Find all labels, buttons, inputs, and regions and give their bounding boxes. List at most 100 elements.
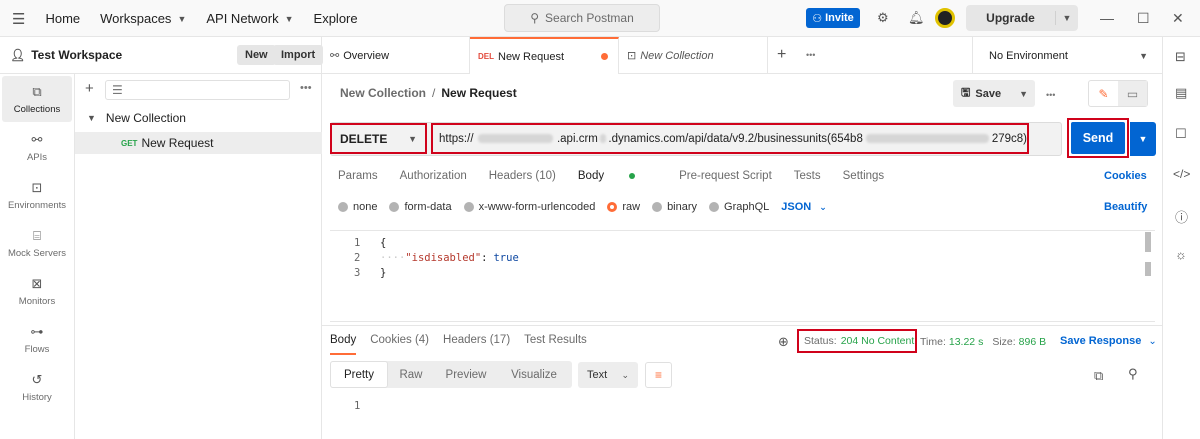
comments-icon[interactable]: ☐: [1175, 126, 1187, 142]
sidebar-item-flows[interactable]: ⊶ Flows: [2, 316, 72, 362]
nav-explore[interactable]: Explore: [314, 11, 358, 26]
tree-filter-input[interactable]: ☰: [105, 80, 290, 100]
tab-settings[interactable]: Settings: [843, 170, 885, 182]
workspace-header: 👤︎ Test Workspace New Import: [0, 37, 324, 74]
status-badge[interactable]: Status: 204 No Content: [797, 329, 917, 353]
edit-icon[interactable]: ✎: [1089, 81, 1118, 106]
tab-prerequest[interactable]: Pre-request Script: [679, 170, 772, 182]
tab-body[interactable]: Body: [578, 170, 657, 182]
request-name: New Request: [141, 136, 214, 150]
more-icon[interactable]: •••: [300, 82, 312, 94]
api-doc-icon[interactable]: ⊟: [1175, 49, 1186, 65]
beautify-link[interactable]: Beautify: [1104, 201, 1147, 213]
menu-icon[interactable]: ☰: [12, 10, 25, 28]
language-select[interactable]: JSON ⌄: [781, 201, 827, 213]
tab-method-badge: DEL: [478, 52, 494, 61]
sidebar-item-monitors[interactable]: ⊠ Monitors: [2, 268, 72, 314]
radio-form-data[interactable]: form-data: [389, 201, 452, 213]
radio-graphql[interactable]: GraphQL: [709, 201, 769, 213]
sidebar-item-environments[interactable]: ⊡ Environments: [2, 172, 72, 218]
new-button[interactable]: New: [237, 45, 276, 65]
collection-item[interactable]: ▼ New Collection: [75, 107, 322, 129]
sidebar-item-history[interactable]: ↺ History: [2, 364, 72, 410]
chevron-down-icon: ▼: [1139, 50, 1148, 61]
copy-icon[interactable]: ⧉: [1094, 368, 1103, 384]
format-label: Text: [587, 369, 608, 381]
response-tab-cookies[interactable]: Cookies (4): [370, 334, 429, 355]
send-button[interactable]: Send: [1067, 118, 1129, 158]
save-button[interactable]: 🖫︎ Save ▼: [953, 80, 1035, 107]
comment-view-icon[interactable]: ▭: [1118, 81, 1147, 106]
tab-new-collection[interactable]: ⊡ New Collection: [619, 37, 768, 74]
editor-scrollbar[interactable]: [1145, 232, 1151, 252]
response-tab-tests[interactable]: Test Results: [524, 334, 587, 355]
code-icon[interactable]: </>: [1173, 167, 1190, 181]
editor-scrollbar-handle[interactable]: [1145, 262, 1151, 276]
breadcrumb-parent[interactable]: New Collection: [340, 86, 426, 100]
search-input[interactable]: ⚲ Search Postman: [504, 4, 660, 32]
search-icon[interactable]: ⚲: [1128, 366, 1138, 382]
redacted-org: [477, 134, 553, 143]
tab-overview[interactable]: ⚯ Overview: [322, 37, 470, 74]
more-icon[interactable]: •••: [1046, 90, 1055, 100]
lightbulb-icon[interactable]: ☼: [1175, 247, 1187, 262]
sidebar-item-apis[interactable]: ⚯ APIs: [2, 124, 72, 170]
chevron-down-icon[interactable]: ▼: [1056, 13, 1078, 23]
cookies-link[interactable]: Cookies: [1104, 170, 1147, 182]
response-tab-body[interactable]: Body: [330, 334, 357, 355]
radio-none[interactable]: none: [338, 201, 377, 213]
method-select[interactable]: DELETE ▼: [330, 123, 427, 154]
view-raw[interactable]: Raw: [388, 361, 434, 388]
line-number: 1: [354, 237, 361, 249]
radio-binary[interactable]: binary: [652, 201, 697, 213]
format-select[interactable]: Text ⌄: [578, 362, 638, 388]
view-preview[interactable]: Preview: [434, 361, 498, 388]
import-button[interactable]: Import: [273, 45, 324, 65]
environment-select[interactable]: No Environment ▼: [972, 37, 1162, 74]
sidebar-item-collections[interactable]: ⧉ Collections: [2, 76, 72, 122]
tab-headers[interactable]: Headers (10): [489, 170, 556, 182]
request-item[interactable]: GET New Request: [75, 132, 322, 154]
url-input[interactable]: https:// .api.crm .dynamics.com/api/data…: [431, 123, 1029, 154]
tab-authorization[interactable]: Authorization: [400, 170, 467, 182]
nav-api-network[interactable]: API Network ▼: [206, 11, 293, 26]
tab-params[interactable]: Params: [338, 170, 378, 182]
minimize-icon[interactable]: —: [1100, 10, 1114, 26]
time-value[interactable]: 13.22 s: [949, 336, 983, 348]
globe-icon[interactable]: ⊕: [778, 334, 789, 350]
add-user-icon: ⚇: [812, 12, 823, 25]
chevron-down-icon: ⌄: [819, 201, 827, 212]
radio-urlencoded[interactable]: x-www-form-urlencoded: [463, 201, 595, 213]
monitors-icon: ⊠: [31, 275, 43, 291]
line-number: 2: [354, 252, 361, 264]
bell-icon[interactable]: 🔔︎: [908, 10, 925, 26]
sidebar-item-mock-servers[interactable]: ⌸ Mock Servers: [2, 220, 72, 266]
invite-button[interactable]: ⚇ Invite: [806, 8, 860, 28]
gear-icon[interactable]: ⚙: [877, 10, 889, 26]
line-number: 3: [354, 267, 361, 279]
radio-icon: [389, 202, 400, 212]
close-icon[interactable]: ✕: [1172, 10, 1184, 27]
new-tab-icon[interactable]: +: [777, 46, 786, 64]
view-visualize[interactable]: Visualize: [498, 361, 570, 388]
view-pretty[interactable]: Pretty: [330, 361, 388, 388]
upgrade-button[interactable]: Upgrade ▼: [966, 5, 1078, 31]
avatar[interactable]: [935, 8, 955, 28]
tab-new-request[interactable]: DEL New Request: [470, 37, 619, 74]
size-value[interactable]: 896 B: [1019, 336, 1046, 348]
nav-workspaces[interactable]: Workspaces ▼: [100, 11, 186, 26]
maximize-icon[interactable]: ☐: [1137, 10, 1150, 27]
nav-home[interactable]: Home: [45, 11, 80, 26]
documentation-icon[interactable]: ▤: [1175, 85, 1187, 101]
info-icon[interactable]: ⓘ: [1175, 207, 1188, 226]
response-tab-headers[interactable]: Headers (17): [443, 334, 510, 355]
send-options-button[interactable]: ▼: [1130, 122, 1156, 156]
body-editor[interactable]: 1 2 3 { ····"isdisabled": true }: [330, 230, 1155, 322]
more-tabs-icon[interactable]: •••: [806, 50, 815, 60]
wrap-lines-button[interactable]: ≡: [645, 362, 672, 388]
save-response-button[interactable]: Save Response ⌄: [1060, 335, 1157, 347]
chevron-down-icon[interactable]: ▼: [1019, 89, 1028, 99]
radio-raw[interactable]: raw: [607, 201, 640, 213]
tab-tests[interactable]: Tests: [794, 170, 821, 182]
add-icon[interactable]: +: [85, 80, 94, 97]
